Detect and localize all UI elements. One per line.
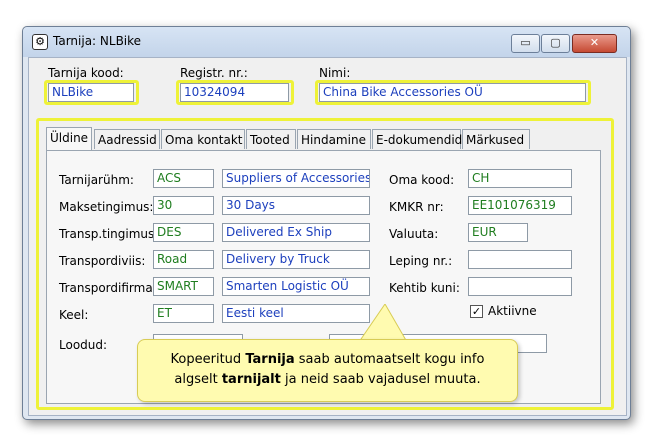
app-icon: ⚙	[32, 34, 48, 50]
currency-field[interactable]: EUR	[468, 223, 528, 242]
registry-number-field[interactable]: 10324094	[180, 83, 289, 102]
contract-number-label: Leping nr.:	[389, 254, 453, 268]
tab-e-documents[interactable]: E-dokumendid	[372, 129, 462, 149]
tab-products[interactable]: Tooted	[246, 129, 296, 149]
delivery-terms-desc[interactable]: Delivered Ex Ship	[222, 223, 370, 242]
payment-terms-desc[interactable]: 30 Days	[222, 196, 370, 215]
callout-line-2: algselt tarnijalt ja neid saab vajadusel…	[174, 372, 481, 387]
supplier-group-desc[interactable]: Suppliers of Accessories	[222, 169, 370, 188]
supplier-code-label: Tarnija kood:	[48, 66, 124, 80]
maximize-button[interactable]: ▢	[541, 34, 570, 53]
created-label: Loodud:	[59, 338, 108, 352]
payment-terms-code[interactable]: 30	[153, 196, 214, 215]
tab-addresses[interactable]: Aadressid	[94, 129, 160, 149]
info-callout: Kopeeritud Tarnija saab automaatselt kog…	[137, 339, 518, 402]
carrier-code[interactable]: SMART	[153, 277, 214, 296]
tab-general[interactable]: Üldine	[46, 127, 92, 151]
close-button[interactable]: ✕	[572, 34, 617, 53]
tab-notes[interactable]: Märkused	[462, 129, 530, 149]
language-desc[interactable]: Eesti keel	[222, 304, 370, 323]
transport-mode-desc[interactable]: Delivery by Truck	[222, 250, 370, 269]
vat-number-field[interactable]: EE101076319	[468, 196, 572, 215]
language-code[interactable]: ET	[153, 304, 214, 323]
active-checkbox[interactable]: ✓	[470, 305, 483, 318]
tab-own-contact[interactable]: Oma kontakt	[161, 129, 245, 149]
language-label: Keel:	[59, 308, 89, 322]
callout-pointer	[358, 304, 408, 342]
carrier-label: Transpordifirma:	[59, 281, 157, 295]
supplier-code-field[interactable]: NLBike	[48, 83, 134, 102]
currency-label: Valuuta:	[389, 227, 439, 241]
window-title: Tarnija: NLBike	[53, 34, 142, 48]
delivery-terms-label: Transp.tingimus:	[59, 227, 159, 241]
name-field[interactable]: China Bike Accessories OÜ	[319, 83, 586, 102]
own-code-label: Oma kood:	[389, 173, 455, 187]
minimize-button[interactable]: ▭	[511, 34, 540, 53]
delivery-terms-code[interactable]: DES	[153, 223, 214, 242]
registry-number-label: Registr. nr.:	[180, 66, 248, 80]
payment-terms-label: Maksetingimus:	[59, 200, 154, 214]
vat-number-label: KMKR nr:	[389, 200, 444, 214]
own-code-field[interactable]: CH	[468, 169, 572, 188]
tab-rating[interactable]: Hindamine	[297, 129, 371, 149]
transport-mode-code[interactable]: Road	[153, 250, 214, 269]
name-label: Nimi:	[319, 66, 351, 80]
carrier-desc[interactable]: Smarten Logistic OÜ	[222, 277, 370, 296]
active-label: Aktiivne	[488, 304, 537, 318]
valid-until-label: Kehtib kuni:	[389, 281, 460, 295]
valid-until-field[interactable]	[468, 277, 572, 296]
title-bar[interactable]: ⚙ Tarnija: NLBike ▭ ▢ ✕	[23, 27, 630, 57]
transport-mode-label: Transpordiviis:	[59, 254, 146, 268]
supplier-group-code[interactable]: ACS	[153, 169, 214, 188]
supplier-group-label: Tarnijarühm:	[59, 173, 134, 187]
contract-number-field[interactable]	[468, 250, 572, 269]
callout-line-1: Kopeeritud Tarnija saab automaatselt kog…	[170, 352, 485, 367]
